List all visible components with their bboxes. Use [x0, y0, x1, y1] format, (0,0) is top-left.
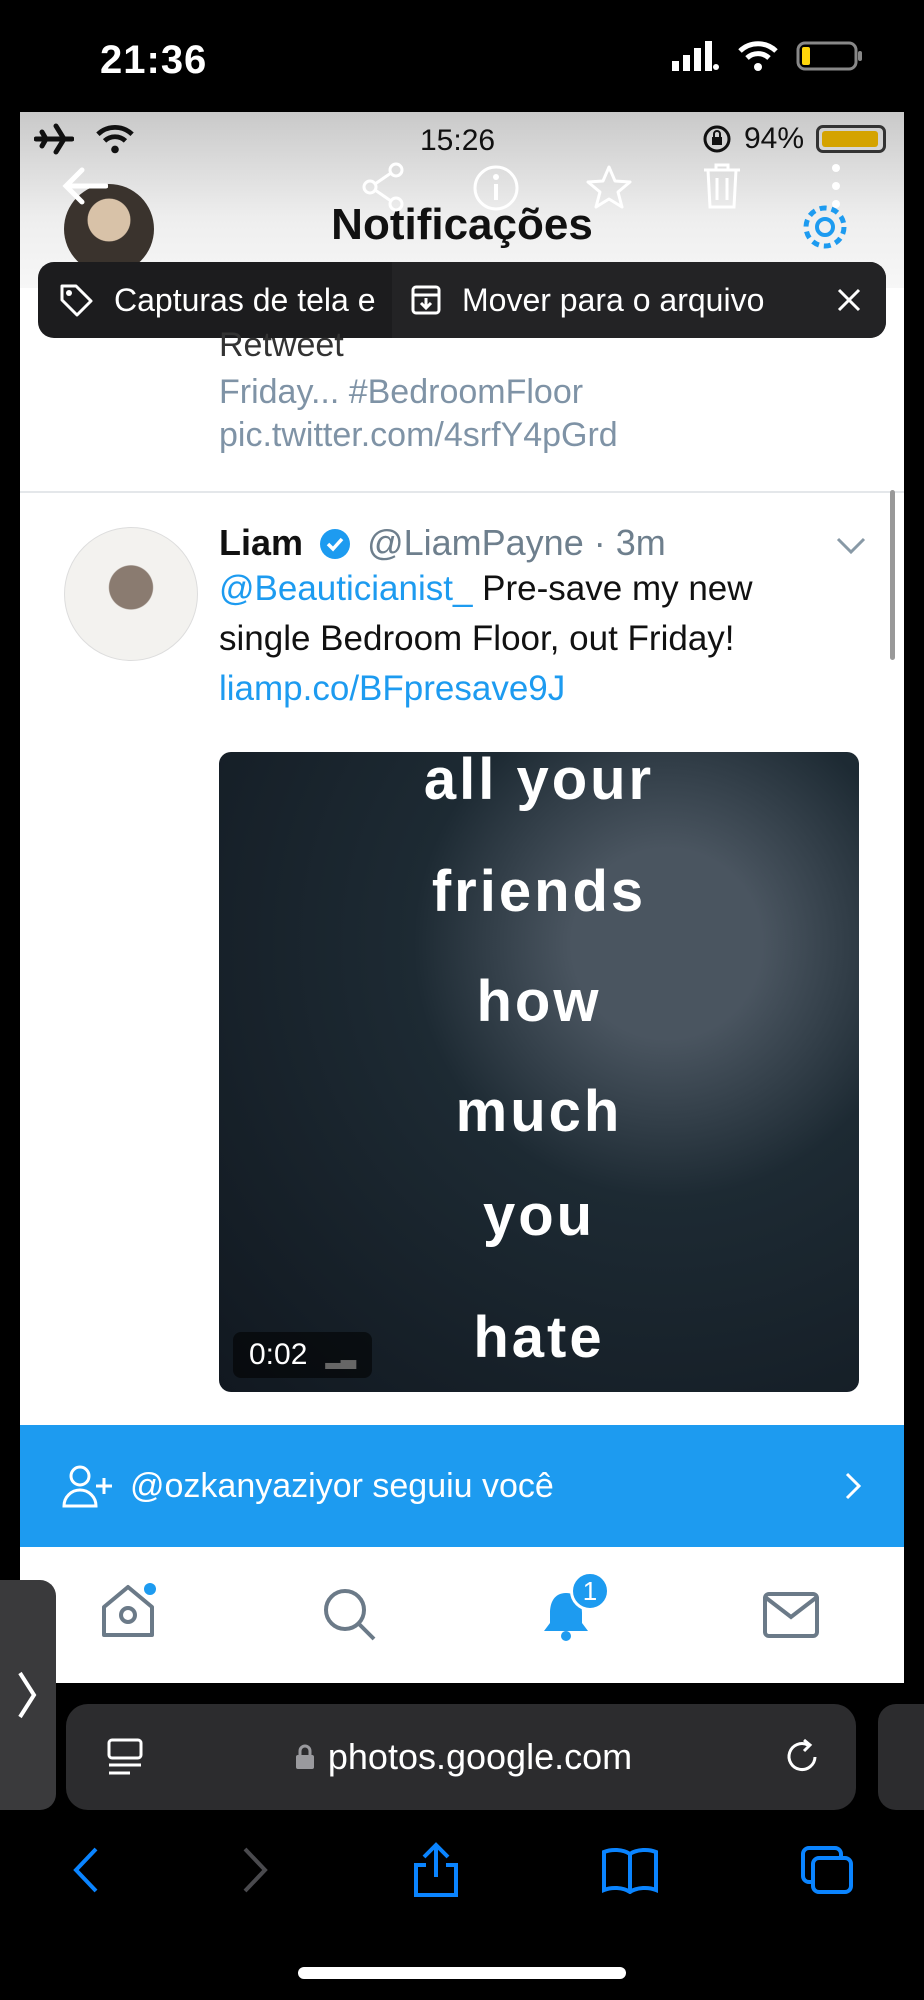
tweet-mention[interactable]: @Beauticianist_ [219, 569, 472, 608]
prev-tweet-line-1: Retweet [219, 326, 344, 364]
media-word: you [482, 1183, 596, 1248]
lock-icon [295, 1744, 314, 1769]
follow-notification-text: @ozkanyaziyor seguiu você [130, 1466, 554, 1505]
verified-badge-icon [320, 529, 351, 559]
share-icon[interactable] [412, 1841, 460, 1899]
tabs-icon[interactable] [800, 1845, 854, 1895]
follow-notification[interactable]: @ozkanyaziyor seguiu você [20, 1425, 904, 1547]
notifications-tab[interactable]: 1 [540, 1571, 610, 1641]
notification-badge: 1 [570, 1571, 610, 1611]
back-icon[interactable] [70, 1845, 100, 1895]
prev-tweet-line-2: Friday... #BedroomFloor [219, 373, 584, 411]
url-display: photos.google.com [144, 1736, 782, 1778]
tweet-video[interactable]: all your friends how much you hate 0:02 ▂… [219, 752, 859, 1392]
share-icon[interactable] [360, 162, 408, 212]
page-menu-icon[interactable] [106, 1737, 144, 1777]
search-icon[interactable] [320, 1585, 378, 1643]
side-tab-right[interactable] [878, 1704, 924, 1810]
inner-battery-icon [816, 125, 886, 153]
outer-status-icons [672, 40, 864, 72]
media-word: how [476, 969, 602, 1034]
volume-bars-icon: ▂▃ [325, 1347, 357, 1369]
page-title: Notificações [331, 200, 593, 249]
video-duration: 0:02 ▂▃ [233, 1332, 373, 1378]
toast-archive-text: Mover para o arquivo [462, 281, 765, 318]
twitter-tabbar: 1 [20, 1547, 904, 1683]
tweet-author-avatar[interactable] [64, 527, 198, 661]
twitter-screenshot: 15:26 94% Notificações Capturas de tela … [20, 112, 904, 1547]
mail-icon[interactable] [762, 1591, 820, 1639]
home-icon[interactable] [98, 1583, 158, 1639]
url-bar[interactable]: photos.google.com [66, 1704, 856, 1810]
url-text: photos.google.com [327, 1736, 633, 1777]
tweet-author-name[interactable]: Liam [219, 522, 303, 563]
tweet-text-2: single Bedroom Floor, out Friday! [219, 619, 735, 658]
airplane-icon [34, 123, 74, 155]
tweet-header: Liam @LiamPayne · 3m [219, 522, 666, 564]
close-icon[interactable] [836, 287, 862, 313]
wifi-icon [738, 41, 778, 71]
media-word: all your [423, 752, 655, 812]
rotation-lock-icon [703, 125, 731, 153]
reload-icon[interactable] [782, 1737, 822, 1777]
home-indicator[interactable] [298, 1967, 626, 1979]
tag-icon [60, 284, 93, 317]
toast-tag-text: Capturas de tela e [114, 281, 376, 318]
info-icon[interactable] [472, 164, 520, 212]
chevron-right-icon [18, 1671, 37, 1719]
bookmarks-icon[interactable] [601, 1846, 659, 1894]
prev-tweet-line-3[interactable]: pic.twitter.com/4srfY4pGrd [219, 416, 879, 455]
browser-toolbar [0, 1820, 924, 1920]
media-word: friends [431, 859, 647, 924]
settings-gear-icon[interactable] [796, 198, 854, 256]
inner-status-time: 15:26 [420, 124, 496, 157]
tweet-handle-time: @LiamPayne · 3m [367, 522, 666, 563]
back-arrow-icon[interactable] [62, 166, 108, 206]
tweet-link[interactable]: liamp.co/BFpresave9J [219, 664, 859, 714]
inner-battery-percent: 94% [743, 122, 804, 155]
cellular-signal-icon [672, 41, 719, 71]
chevron-right-icon [845, 1472, 862, 1500]
tweet-body: @Beauticianist_ Pre-save my new single B… [219, 564, 859, 714]
forward-icon[interactable] [241, 1845, 271, 1895]
add-user-icon [62, 1465, 112, 1508]
tweet-text-1: Pre-save my new [472, 569, 753, 608]
side-tab-left[interactable] [0, 1580, 56, 1810]
star-icon[interactable] [585, 164, 633, 210]
tweet-divider [20, 491, 904, 493]
battery-low-icon [796, 41, 862, 71]
outer-status-time: 21:36 [100, 38, 208, 82]
inner-status-left [34, 122, 134, 156]
media-word: much [455, 1079, 623, 1144]
inner-wifi-icon [96, 125, 134, 154]
previous-tweet: Retweet Friday... #BedroomFloor pic.twit… [219, 322, 879, 455]
archive-icon [411, 285, 441, 315]
video-duration-text: 0:02 [249, 1338, 308, 1371]
trash-icon[interactable] [702, 162, 742, 210]
scrollbar[interactable] [890, 490, 895, 660]
chevron-down-icon[interactable] [835, 536, 867, 556]
inner-status-right: 94% [702, 122, 886, 156]
